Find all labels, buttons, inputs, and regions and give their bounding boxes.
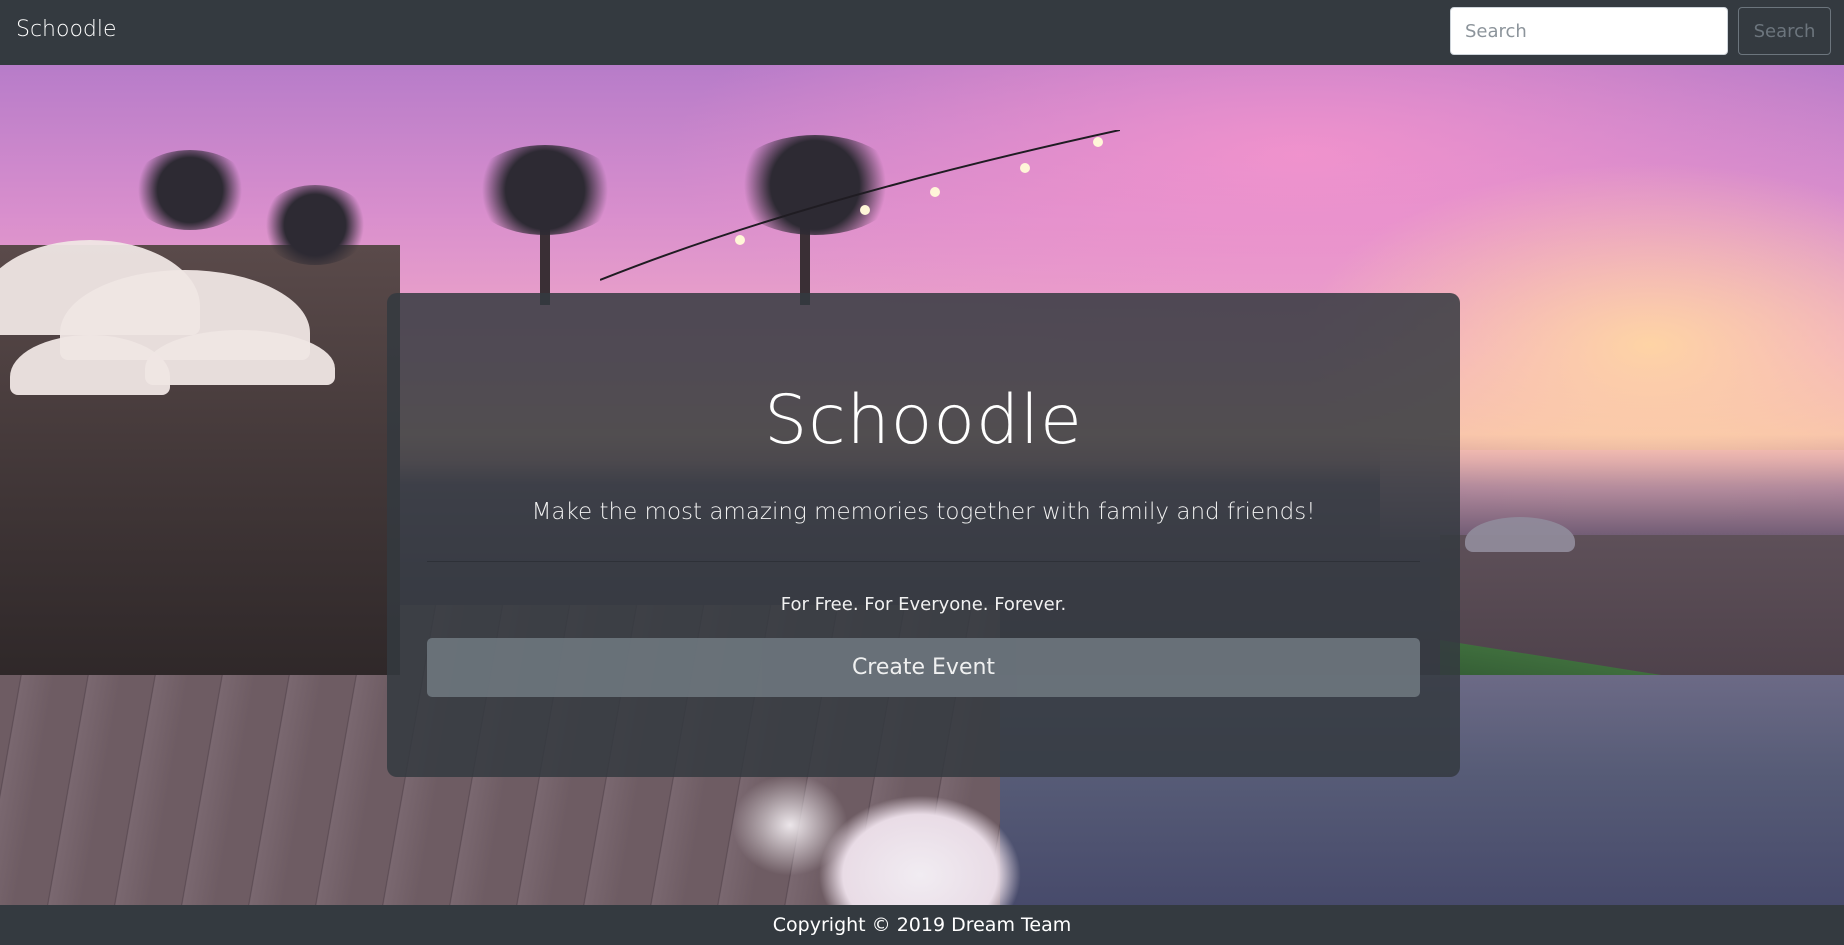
seated-people xyxy=(720,765,1060,905)
footer-copyright: Copyright © 2019 Dream Team xyxy=(772,914,1072,936)
hero-tagline: For Free. For Everyone. Forever. xyxy=(780,594,1067,615)
navbar: Schoodle Search xyxy=(0,0,1844,65)
hero-title: Schoodle xyxy=(764,381,1083,460)
search-input[interactable] xyxy=(1450,7,1728,55)
search-button[interactable]: Search xyxy=(1738,7,1831,55)
create-event-button[interactable]: Create Event xyxy=(427,638,1420,697)
hero-lead-text: Make the most amazing memories together … xyxy=(531,499,1316,525)
palm-tree-icon xyxy=(260,185,370,265)
footer: Copyright © 2019 Dream Team xyxy=(0,905,1844,945)
navbar-brand[interactable]: Schoodle xyxy=(16,17,117,42)
palm-tree-icon xyxy=(470,145,620,235)
string-lights-icon xyxy=(600,130,1120,281)
palm-tree-icon xyxy=(130,150,250,230)
divider xyxy=(427,561,1420,562)
jumbotron: Schoodle Make the most amazing memories … xyxy=(387,293,1460,777)
hero-background-image: Schoodle Make the most amazing memories … xyxy=(0,65,1844,905)
